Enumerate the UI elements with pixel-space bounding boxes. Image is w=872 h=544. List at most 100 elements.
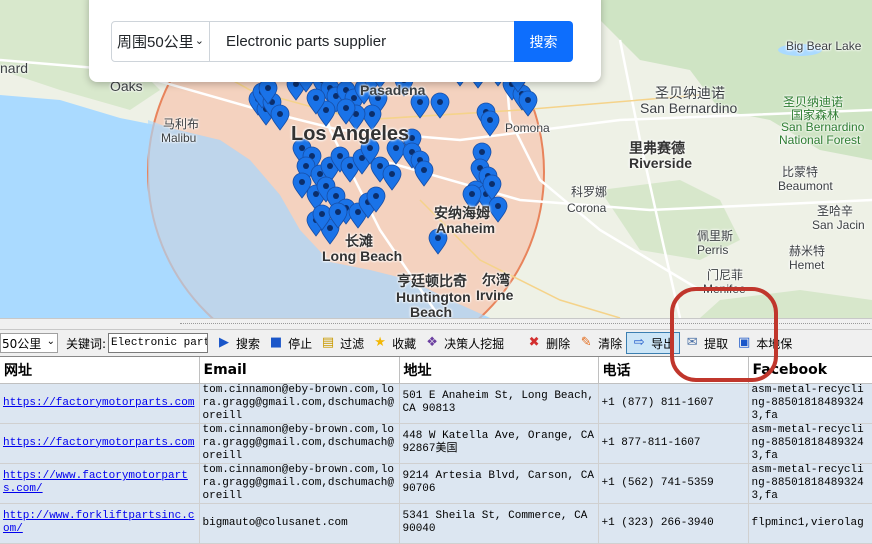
map-pin-dot — [373, 193, 379, 199]
column-header-phone[interactable]: 电话 — [598, 357, 749, 384]
map-label: 圣贝纳迪诺 — [655, 85, 725, 101]
star-icon: ★ — [374, 335, 386, 350]
search-button[interactable]: 搜索 — [514, 21, 573, 62]
filter-icon: ▤ — [321, 335, 335, 350]
table-row[interactable]: http://www.forkliftpartsinc.com/ bigmaut… — [0, 503, 872, 544]
map-pin-dot — [303, 163, 309, 169]
map-label: nard — [0, 60, 29, 76]
column-header-url[interactable]: 网址 — [0, 357, 200, 384]
email-cell: bigmauto@colusanet.com — [202, 516, 348, 529]
toolbar-filter-button[interactable]: ▤ 过滤 — [316, 332, 368, 354]
toolbar-delete-button[interactable]: ✖ 删除 — [522, 332, 574, 354]
url-link[interactable]: https://factorymotorparts.com — [3, 437, 194, 449]
facebook-cell: asm-metal-recycling-885018184893243,fa — [751, 383, 864, 422]
map-pin-dot — [313, 191, 319, 197]
eraser-icon: ✎ — [580, 335, 592, 350]
table-row[interactable]: https://www.factorymotorparts.com/ tom.c… — [0, 463, 872, 504]
toolbar-decision-maker-button[interactable]: ❖ 决策人挖掘 — [420, 332, 508, 354]
map-pin-dot — [479, 149, 485, 155]
keyword-input[interactable]: Electronic parts supplier — [210, 21, 515, 62]
app-window: Oaks nard 马利布 Malibu Pasadena Los Angele… — [0, 0, 872, 544]
url-link[interactable]: https://factorymotorparts.com — [3, 397, 194, 409]
map-label: Pomona — [505, 121, 550, 135]
results-table: 网址 Email 地址 电话 Facebook https://factorym… — [0, 356, 872, 544]
column-header-email[interactable]: Email — [199, 357, 400, 384]
toolbar-extract-label: 提取 — [704, 336, 729, 351]
map-pin-dot — [369, 111, 375, 117]
network-icon: ❖ — [426, 335, 438, 350]
address-cell: 9214 Artesia Blvd, Carson, CA 90706 — [402, 470, 594, 495]
column-header-facebook[interactable]: Facebook — [748, 357, 872, 384]
toolbar-export-button[interactable]: ⇨ 导出 — [626, 332, 681, 354]
toolbar-decision-label: 决策人挖掘 — [444, 336, 505, 351]
map-label: 科罗娜 — [571, 185, 608, 199]
map-label: 佩里斯 — [697, 229, 734, 243]
map-view[interactable]: Oaks nard 马利布 Malibu Pasadena Los Angele… — [0, 0, 872, 318]
toolbar-stop-label: 停止 — [288, 336, 313, 351]
phone-cell: +1 (877) 811-1607 — [601, 396, 714, 409]
email-cell: tom.cinnamon@eby-brown.com,lora.gragg@gm… — [202, 423, 394, 462]
url-link[interactable]: http://www.forkliftpartsinc.com/ — [3, 510, 194, 535]
map-label: Beaumont — [778, 179, 833, 193]
toolbar-export-label: 导出 — [651, 336, 676, 351]
map-pin-dot — [437, 99, 443, 105]
facebook-cell: asm-metal-recycling-885018184893243,fa — [751, 463, 864, 502]
map-pin-dot — [355, 209, 361, 215]
phone-cell: +1 (562) 741-5359 — [601, 476, 714, 489]
map-pin-dot — [495, 203, 501, 209]
facebook-cell: asm-metal-recycling-885018184893243,fa — [751, 423, 864, 462]
map-pin-dot — [421, 167, 427, 173]
toolbar-extract-button[interactable]: ✉ 提取 — [680, 332, 732, 354]
map-pin-dot — [319, 211, 325, 217]
map-label: San Jacin — [812, 218, 865, 232]
map-pin-dot — [333, 193, 339, 199]
map-pin-dot — [489, 181, 495, 187]
extract-icon: ✉ — [686, 335, 698, 350]
map-label: San Bernardino — [781, 120, 865, 134]
url-link[interactable]: https://www.factorymotorparts.com/ — [3, 470, 188, 495]
radius-select[interactable]: 周围50公里 ⌄ — [111, 21, 210, 62]
toolbar-search-button[interactable]: ▶ 搜索 — [212, 332, 264, 354]
map-pin-dot — [265, 85, 271, 91]
toolbar-clear-button[interactable]: ✎ 清除 — [574, 332, 626, 354]
toolbar-stop-button[interactable]: ■ 停止 — [264, 332, 316, 354]
toolbar-filter-label: 过滤 — [340, 336, 365, 351]
map-pin-dot — [393, 145, 399, 151]
radius-select-value: 周围50公里 — [117, 34, 194, 51]
map-label: Long Beach — [322, 248, 403, 264]
toolbar-keyword-input[interactable]: Electronic parts supplier — [108, 333, 209, 353]
map-pin-dot — [377, 163, 383, 169]
map-label: Riverside — [629, 155, 693, 171]
save-icon: ▣ — [738, 335, 751, 350]
address-cell: 501 E Anaheim St, Long Beach, CA 90813 — [402, 390, 594, 415]
toolbar-radius-select[interactable]: 50公里 ⌄ — [0, 333, 58, 353]
map-label: Beach — [410, 304, 453, 318]
map-pin-dot — [337, 153, 343, 159]
map-pin-dot — [299, 145, 305, 151]
table-row[interactable]: https://factorymotorparts.com tom.cinnam… — [0, 383, 872, 424]
map-label: 比蒙特 — [782, 165, 819, 179]
map-pin-dot — [409, 135, 415, 141]
toolbar-favorite-label: 收藏 — [392, 336, 417, 351]
facebook-cell: flpminc1,vierolag — [751, 516, 864, 529]
map-pin-dot — [469, 191, 475, 197]
map-label: Corona — [567, 201, 607, 215]
chevron-down-icon: ⌄ — [46, 336, 55, 347]
column-header-address[interactable]: 地址 — [399, 357, 599, 384]
map-label: Menifee — [703, 282, 746, 296]
map-label: Pasadena — [360, 82, 426, 98]
search-panel: 周围50公里 ⌄ Electronic parts supplier 搜索 — [89, 0, 601, 82]
map-label: 尔湾 — [482, 272, 510, 288]
pane-splitter[interactable] — [0, 318, 872, 330]
table-row[interactable]: https://factorymotorparts.com tom.cinnam… — [0, 423, 872, 464]
map-pin-dot — [323, 107, 329, 113]
map-pin-dot — [277, 111, 283, 117]
address-cell: 448 W Katella Ave, Orange, CA 92867美国 — [402, 430, 594, 455]
map-pin-dot — [487, 117, 493, 123]
toolbar-save-local-button[interactable]: ▣ 本地保 — [732, 332, 796, 354]
map-pin-dot — [327, 225, 333, 231]
map-pin-dot — [299, 179, 305, 185]
toolbar-favorite-button[interactable]: ★ 收藏 — [368, 332, 420, 354]
toolbar-save-local-label: 本地保 — [756, 336, 793, 351]
map-label: National Forest — [779, 133, 861, 147]
